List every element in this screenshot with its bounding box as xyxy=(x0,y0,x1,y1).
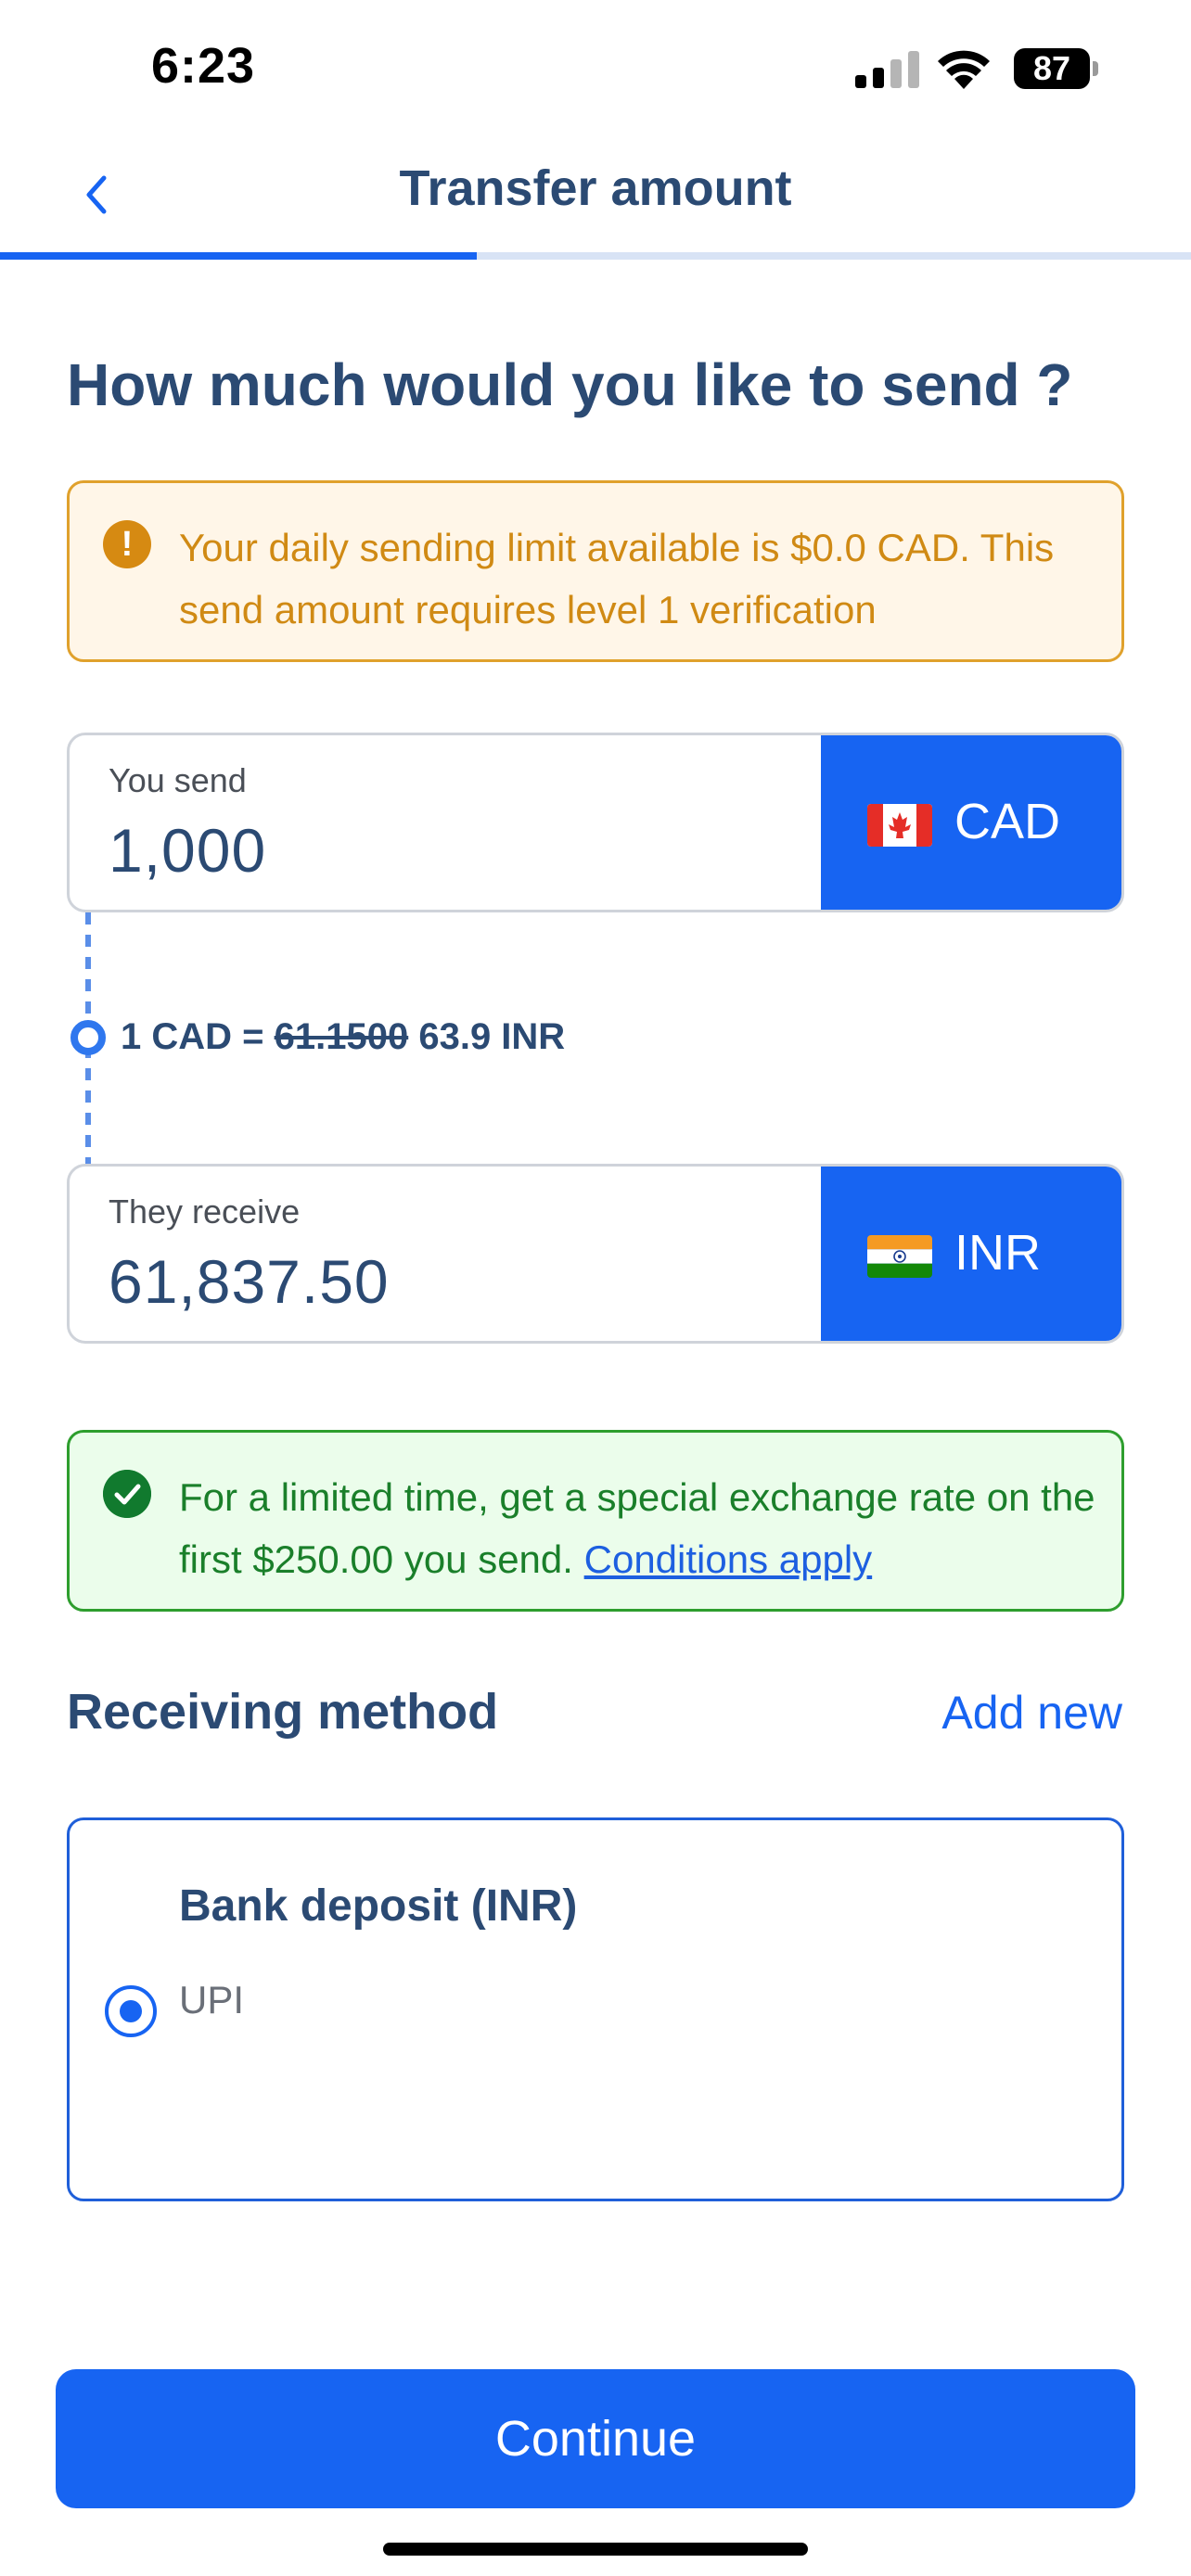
cellular-signal-icon xyxy=(855,51,919,88)
status-bar: 6:23 87 xyxy=(0,0,1191,139)
send-amount-field[interactable]: You send 1,000 CAD xyxy=(67,733,1124,912)
upi-radio[interactable] xyxy=(105,1985,157,2037)
conditions-link[interactable]: Conditions apply xyxy=(584,1537,873,1581)
promo-banner: For a limited time, get a special exchan… xyxy=(67,1430,1124,1612)
header: Transfer amount xyxy=(0,139,1191,260)
page-heading: How much would you like to send ? xyxy=(67,351,1073,418)
send-currency-code: CAD xyxy=(954,794,1061,849)
method-card-title: Bank deposit (INR) xyxy=(179,1881,578,1931)
add-new-link[interactable]: Add new xyxy=(941,1686,1122,1740)
exchange-rate: 1 CAD = 61.1500 63.9 INR xyxy=(121,1016,565,1058)
progress-fill xyxy=(0,252,477,260)
limit-warning: ! Your daily sending limit available is … xyxy=(67,480,1124,662)
home-indicator xyxy=(383,2543,808,2556)
send-amount-input[interactable]: 1,000 xyxy=(109,815,266,886)
page-title: Transfer amount xyxy=(399,160,792,216)
exclamation-icon: ! xyxy=(103,520,151,568)
receiving-method-title: Receiving method xyxy=(67,1684,499,1740)
send-currency-button[interactable]: CAD xyxy=(821,735,1121,910)
receive-amount-input[interactable]: 61,837.50 xyxy=(109,1246,390,1317)
progress-bar xyxy=(0,252,1191,260)
battery-icon: 87 xyxy=(1014,48,1099,89)
warning-text: Your daily sending limit available is $0… xyxy=(179,526,1055,631)
promo-text: For a limited time, get a special exchan… xyxy=(179,1466,1107,1590)
radio-selected-dot xyxy=(120,2000,142,2022)
india-flag-icon xyxy=(867,1235,932,1278)
rate-new: 63.9 INR xyxy=(418,1016,566,1057)
send-label: You send xyxy=(109,761,247,799)
receive-amount-field[interactable]: They receive 61,837.50 INR xyxy=(67,1164,1124,1344)
receive-currency-code: INR xyxy=(954,1225,1041,1281)
receive-currency-button[interactable]: INR xyxy=(821,1167,1121,1341)
receiving-method-card[interactable]: Bank deposit (INR) UPI xyxy=(67,1817,1124,2201)
receive-label: They receive xyxy=(109,1192,301,1231)
rate-prefix: 1 CAD = xyxy=(121,1016,264,1057)
battery-level: 87 xyxy=(1032,49,1071,87)
check-circle-icon xyxy=(103,1470,151,1518)
wifi-icon xyxy=(938,50,990,89)
canada-flag-icon xyxy=(867,804,932,847)
status-time: 6:23 xyxy=(151,38,256,94)
continue-button[interactable]: Continue xyxy=(56,2369,1135,2508)
rate-old: 61.1500 xyxy=(274,1016,409,1057)
upi-option-label: UPI xyxy=(179,1978,245,2021)
rate-node-icon xyxy=(70,1020,106,1055)
